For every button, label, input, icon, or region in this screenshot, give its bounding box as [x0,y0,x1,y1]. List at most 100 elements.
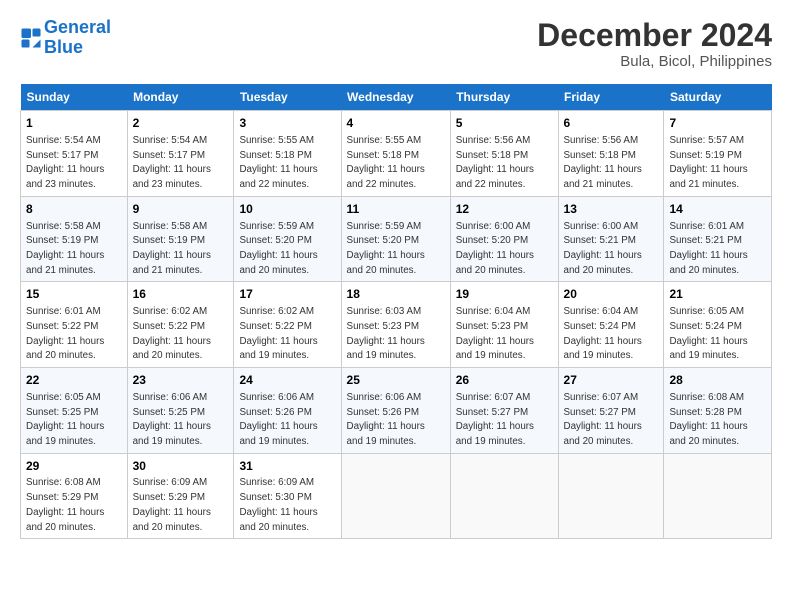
day-info: Sunrise: 6:06 AM Sunset: 5:26 PM Dayligh… [347,392,425,447]
day-number: 20 [564,286,659,303]
col-header-thursday: Thursday [450,84,558,111]
page-container: General Blue December 2024 Bula, Bicol, … [0,0,792,549]
day-info: Sunrise: 5:55 AM Sunset: 5:18 PM Dayligh… [239,135,317,190]
day-number: 29 [26,458,122,475]
day-number: 9 [133,201,229,218]
day-number: 5 [456,115,553,132]
day-info: Sunrise: 5:59 AM Sunset: 5:20 PM Dayligh… [347,221,425,276]
calendar-week-row: 29 Sunrise: 6:08 AM Sunset: 5:29 PM Dayli… [21,453,772,539]
day-number: 13 [564,201,659,218]
calendar-cell: 30Sunrise: 6:09 AM Sunset: 5:29 PM Dayli… [127,453,234,539]
day-info: Sunrise: 6:07 AM Sunset: 5:27 PM Dayligh… [456,392,534,447]
day-info: Sunrise: 6:07 AM Sunset: 5:27 PM Dayligh… [564,392,642,447]
day-number: 19 [456,286,553,303]
day-number: 10 [239,201,335,218]
title-block: December 2024 Bula, Bicol, Philippines [537,18,772,70]
calendar-cell: 23 Sunrise: 6:06 AM Sunset: 5:25 PM Dayli… [127,368,234,454]
day-number: 12 [456,201,553,218]
day-info: Sunrise: 6:03 AM Sunset: 5:23 PM Dayligh… [347,306,425,361]
day-info: Sunrise: 5:58 AM Sunset: 5:19 PM Dayligh… [133,221,211,276]
day-info: Sunrise: 6:06 AM Sunset: 5:25 PM Dayligh… [133,392,211,447]
calendar-cell: 12 Sunrise: 6:00 AM Sunset: 5:20 PM Dayli… [450,196,558,282]
calendar-header-row: SundayMondayTuesdayWednesdayThursdayFrid… [21,84,772,111]
day-number: 16 [133,286,229,303]
day-number: 31 [239,458,335,475]
day-number: 7 [669,115,766,132]
day-number: 15 [26,286,122,303]
calendar-cell: 16Sunrise: 6:02 AM Sunset: 5:22 PM Dayli… [127,282,234,368]
day-number: 8 [26,201,122,218]
day-info: Sunrise: 6:05 AM Sunset: 5:25 PM Dayligh… [26,392,104,447]
day-info: Sunrise: 5:56 AM Sunset: 5:18 PM Dayligh… [564,135,642,190]
day-number: 14 [669,201,766,218]
col-header-monday: Monday [127,84,234,111]
calendar-cell: 13 Sunrise: 6:00 AM Sunset: 5:21 PM Dayli… [558,196,664,282]
day-info: Sunrise: 5:58 AM Sunset: 5:19 PM Dayligh… [26,221,104,276]
col-header-sunday: Sunday [21,84,128,111]
calendar-subtitle: Bula, Bicol, Philippines [537,53,772,70]
calendar-cell: 8 Sunrise: 5:58 AM Sunset: 5:19 PM Daylig… [21,196,128,282]
calendar-cell: 7Sunrise: 5:57 AM Sunset: 5:19 PM Daylig… [664,111,772,197]
day-number: 30 [133,458,229,475]
day-number: 21 [669,286,766,303]
calendar-cell: 25 Sunrise: 6:06 AM Sunset: 5:26 PM Dayli… [341,368,450,454]
day-number: 25 [347,372,445,389]
calendar-cell: 9 Sunrise: 5:58 AM Sunset: 5:19 PM Daylig… [127,196,234,282]
day-info: Sunrise: 6:05 AM Sunset: 5:24 PM Dayligh… [669,306,747,361]
calendar-cell: 2 Sunrise: 5:54 AM Sunset: 5:17 PM Daylig… [127,111,234,197]
logo: General Blue [20,18,111,58]
calendar-body: 1 Sunrise: 5:54 AM Sunset: 5:17 PM Daylig… [21,111,772,539]
col-header-wednesday: Wednesday [341,84,450,111]
calendar-cell: 31 Sunrise: 6:09 AM Sunset: 5:30 PM Dayli… [234,453,341,539]
day-number: 2 [133,115,229,132]
day-number: 26 [456,372,553,389]
calendar-week-row: 22 Sunrise: 6:05 AM Sunset: 5:25 PM Dayli… [21,368,772,454]
header: General Blue December 2024 Bula, Bicol, … [20,18,772,70]
day-info: Sunrise: 5:54 AM Sunset: 5:17 PM Dayligh… [26,135,104,190]
calendar-cell: 24Sunrise: 6:06 AM Sunset: 5:26 PM Dayli… [234,368,341,454]
day-number: 1 [26,115,122,132]
day-info: Sunrise: 6:04 AM Sunset: 5:24 PM Dayligh… [564,306,642,361]
calendar-cell [450,453,558,539]
col-header-friday: Friday [558,84,664,111]
day-info: Sunrise: 5:55 AM Sunset: 5:18 PM Dayligh… [347,135,425,190]
day-number: 3 [239,115,335,132]
day-info: Sunrise: 5:54 AM Sunset: 5:17 PM Dayligh… [133,135,211,190]
day-number: 18 [347,286,445,303]
day-number: 28 [669,372,766,389]
calendar-week-row: 15Sunrise: 6:01 AM Sunset: 5:22 PM Dayli… [21,282,772,368]
day-info: Sunrise: 6:08 AM Sunset: 5:29 PM Dayligh… [26,477,104,532]
calendar-cell: 28 Sunrise: 6:08 AM Sunset: 5:28 PM Dayli… [664,368,772,454]
calendar-cell: 26 Sunrise: 6:07 AM Sunset: 5:27 PM Dayli… [450,368,558,454]
calendar-week-row: 8 Sunrise: 5:58 AM Sunset: 5:19 PM Daylig… [21,196,772,282]
calendar-cell: 15Sunrise: 6:01 AM Sunset: 5:22 PM Dayli… [21,282,128,368]
calendar-cell: 6 Sunrise: 5:56 AM Sunset: 5:18 PM Daylig… [558,111,664,197]
calendar-cell: 5Sunrise: 5:56 AM Sunset: 5:18 PM Daylig… [450,111,558,197]
day-info: Sunrise: 6:00 AM Sunset: 5:21 PM Dayligh… [564,221,642,276]
calendar-title: December 2024 [537,18,772,53]
calendar-table: SundayMondayTuesdayWednesdayThursdayFrid… [20,84,772,539]
day-info: Sunrise: 5:59 AM Sunset: 5:20 PM Dayligh… [239,221,317,276]
day-number: 23 [133,372,229,389]
calendar-cell: 14Sunrise: 6:01 AM Sunset: 5:21 PM Dayli… [664,196,772,282]
calendar-cell: 3 Sunrise: 5:55 AM Sunset: 5:18 PM Daylig… [234,111,341,197]
day-number: 27 [564,372,659,389]
calendar-cell: 20 Sunrise: 6:04 AM Sunset: 5:24 PM Dayli… [558,282,664,368]
calendar-cell: 29 Sunrise: 6:08 AM Sunset: 5:29 PM Dayli… [21,453,128,539]
day-number: 22 [26,372,122,389]
day-info: Sunrise: 6:09 AM Sunset: 5:30 PM Dayligh… [239,477,317,532]
day-number: 6 [564,115,659,132]
logo-icon [20,27,42,49]
day-info: Sunrise: 6:04 AM Sunset: 5:23 PM Dayligh… [456,306,534,361]
calendar-cell: 11Sunrise: 5:59 AM Sunset: 5:20 PM Dayli… [341,196,450,282]
day-number: 4 [347,115,445,132]
col-header-tuesday: Tuesday [234,84,341,111]
calendar-cell: 18 Sunrise: 6:03 AM Sunset: 5:23 PM Dayli… [341,282,450,368]
day-info: Sunrise: 6:00 AM Sunset: 5:20 PM Dayligh… [456,221,534,276]
logo-text: General Blue [44,18,111,58]
day-info: Sunrise: 6:06 AM Sunset: 5:26 PM Dayligh… [239,392,317,447]
day-number: 17 [239,286,335,303]
calendar-week-row: 1 Sunrise: 5:54 AM Sunset: 5:17 PM Daylig… [21,111,772,197]
day-info: Sunrise: 6:08 AM Sunset: 5:28 PM Dayligh… [669,392,747,447]
calendar-cell: 1 Sunrise: 5:54 AM Sunset: 5:17 PM Daylig… [21,111,128,197]
